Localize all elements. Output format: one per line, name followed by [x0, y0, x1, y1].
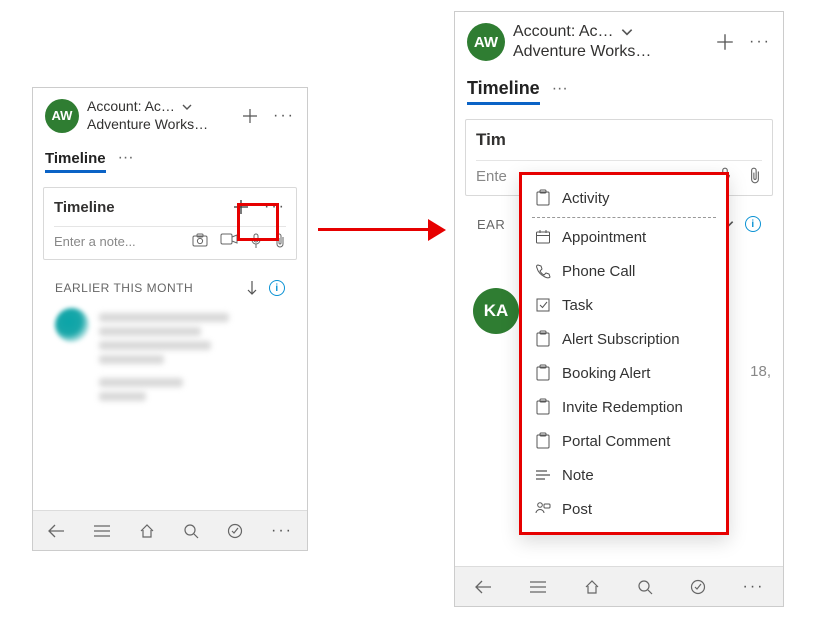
video-icon[interactable]	[220, 233, 238, 249]
menu-item-booking-alert[interactable]: Booking Alert	[522, 356, 726, 390]
tab-overflow[interactable]: ···	[552, 80, 568, 104]
callout-arrow	[318, 220, 446, 240]
more-actions-button[interactable]: ···	[273, 107, 295, 125]
chevron-down-icon[interactable]	[620, 25, 634, 39]
blurred-avatar	[55, 308, 89, 342]
note-entry-row: Enter a note...	[44, 227, 296, 259]
mobile-screen-expanded: AW Account: Ac… Adventure Works… ··· Tim…	[454, 11, 784, 607]
attachment-icon[interactable]	[274, 233, 286, 249]
timeline-item-avatar: KA	[473, 288, 519, 334]
bottom-nav: ···	[455, 566, 783, 606]
menu-label: Phone Call	[562, 263, 635, 280]
menu-item-appointment[interactable]: Appointment	[522, 220, 726, 254]
timeline-item-blurred	[43, 302, 297, 412]
more-actions-button[interactable]: ···	[749, 33, 771, 51]
menu-label: Task	[562, 297, 593, 314]
info-icon[interactable]: i	[269, 280, 285, 296]
tab-timeline[interactable]: Timeline	[45, 150, 106, 173]
record-header: AW Account: Ac… Adventure Works… ···	[33, 88, 307, 139]
timeline-add-menu: Activity Appointment Phone Call Task Ale…	[519, 172, 729, 535]
timeline-panel: Timeline ··· Enter a note...	[33, 173, 307, 510]
clipboard-icon	[534, 398, 552, 416]
task-button[interactable]	[227, 523, 243, 539]
checkbox-icon	[534, 296, 552, 314]
chevron-down-icon[interactable]	[181, 101, 193, 113]
clipboard-icon	[534, 432, 552, 450]
menu-label: Activity	[562, 190, 610, 207]
back-button[interactable]	[474, 580, 492, 594]
menu-label: Post	[562, 501, 592, 518]
account-avatar: AW	[467, 23, 505, 61]
menu-button[interactable]	[529, 580, 547, 594]
timeline-item-date-fragment: 18,	[750, 363, 771, 380]
record-type-title: Account: Ac…	[513, 22, 614, 42]
clipboard-icon	[534, 189, 552, 207]
record-name: Adventure Works…	[87, 116, 227, 134]
search-button[interactable]	[637, 579, 653, 595]
record-name: Adventure Works…	[513, 42, 701, 62]
tab-overflow[interactable]: ···	[118, 149, 134, 173]
note-icon	[534, 466, 552, 484]
timeline-section-header: EARLIER THIS MONTH i	[43, 266, 297, 302]
tab-timeline[interactable]: Timeline	[467, 78, 540, 105]
section-title: EARLIER THIS MONTH	[55, 281, 193, 295]
overflow-button[interactable]: ···	[271, 522, 293, 540]
account-avatar: AW	[45, 99, 79, 133]
timeline-card: Timeline ··· Enter a note...	[43, 187, 297, 260]
add-record-button[interactable]	[715, 32, 735, 52]
menu-label: Invite Redemption	[562, 399, 683, 416]
task-button[interactable]	[690, 579, 706, 595]
timeline-add-button[interactable]	[232, 198, 250, 216]
menu-item-post[interactable]: Post	[522, 492, 726, 526]
tabs: Timeline ···	[33, 145, 307, 173]
menu-item-note[interactable]: Note	[522, 458, 726, 492]
timeline-more-button[interactable]: ···	[264, 198, 286, 216]
menu-label: Booking Alert	[562, 365, 650, 382]
timeline-card-title: Tim	[476, 130, 762, 150]
menu-item-invite-redemption[interactable]: Invite Redemption	[522, 390, 726, 424]
calendar-icon	[534, 228, 552, 246]
overflow-button[interactable]: ···	[743, 578, 765, 596]
clipboard-icon	[534, 364, 552, 382]
note-input[interactable]: Enter a note...	[54, 234, 182, 249]
menu-label: Alert Subscription	[562, 331, 680, 348]
add-record-button[interactable]	[241, 107, 259, 125]
clipboard-icon	[534, 330, 552, 348]
menu-button[interactable]	[93, 524, 111, 538]
menu-item-activity[interactable]: Activity	[522, 181, 726, 215]
bottom-nav: ···	[33, 510, 307, 550]
post-icon	[534, 500, 552, 518]
menu-item-portal-comment[interactable]: Portal Comment	[522, 424, 726, 458]
microphone-icon[interactable]	[250, 233, 262, 249]
menu-item-alert-subscription[interactable]: Alert Subscription	[522, 322, 726, 356]
menu-item-task[interactable]: Task	[522, 288, 726, 322]
search-button[interactable]	[183, 523, 199, 539]
info-icon[interactable]: i	[745, 216, 761, 232]
phone-icon	[534, 262, 552, 280]
record-type-title: Account: Ac…	[87, 98, 175, 116]
header-title-block: Account: Ac… Adventure Works…	[87, 98, 227, 133]
menu-item-phone-call[interactable]: Phone Call	[522, 254, 726, 288]
tabs: Timeline ···	[455, 74, 783, 105]
home-button[interactable]	[139, 523, 155, 539]
section-title: EAR	[477, 217, 505, 232]
timeline-card-title: Timeline	[54, 199, 224, 216]
sort-toggle[interactable]	[245, 280, 259, 296]
mobile-screen-collapsed: AW Account: Ac… Adventure Works… ··· Tim…	[32, 87, 308, 551]
header-title-block: Account: Ac… Adventure Works…	[513, 22, 701, 62]
camera-icon[interactable]	[192, 233, 208, 249]
menu-label: Portal Comment	[562, 433, 670, 450]
menu-label: Appointment	[562, 229, 646, 246]
attachment-icon[interactable]	[748, 167, 762, 185]
menu-label: Note	[562, 467, 594, 484]
back-button[interactable]	[47, 524, 65, 538]
home-button[interactable]	[584, 579, 600, 595]
record-header: AW Account: Ac… Adventure Works… ···	[455, 12, 783, 68]
